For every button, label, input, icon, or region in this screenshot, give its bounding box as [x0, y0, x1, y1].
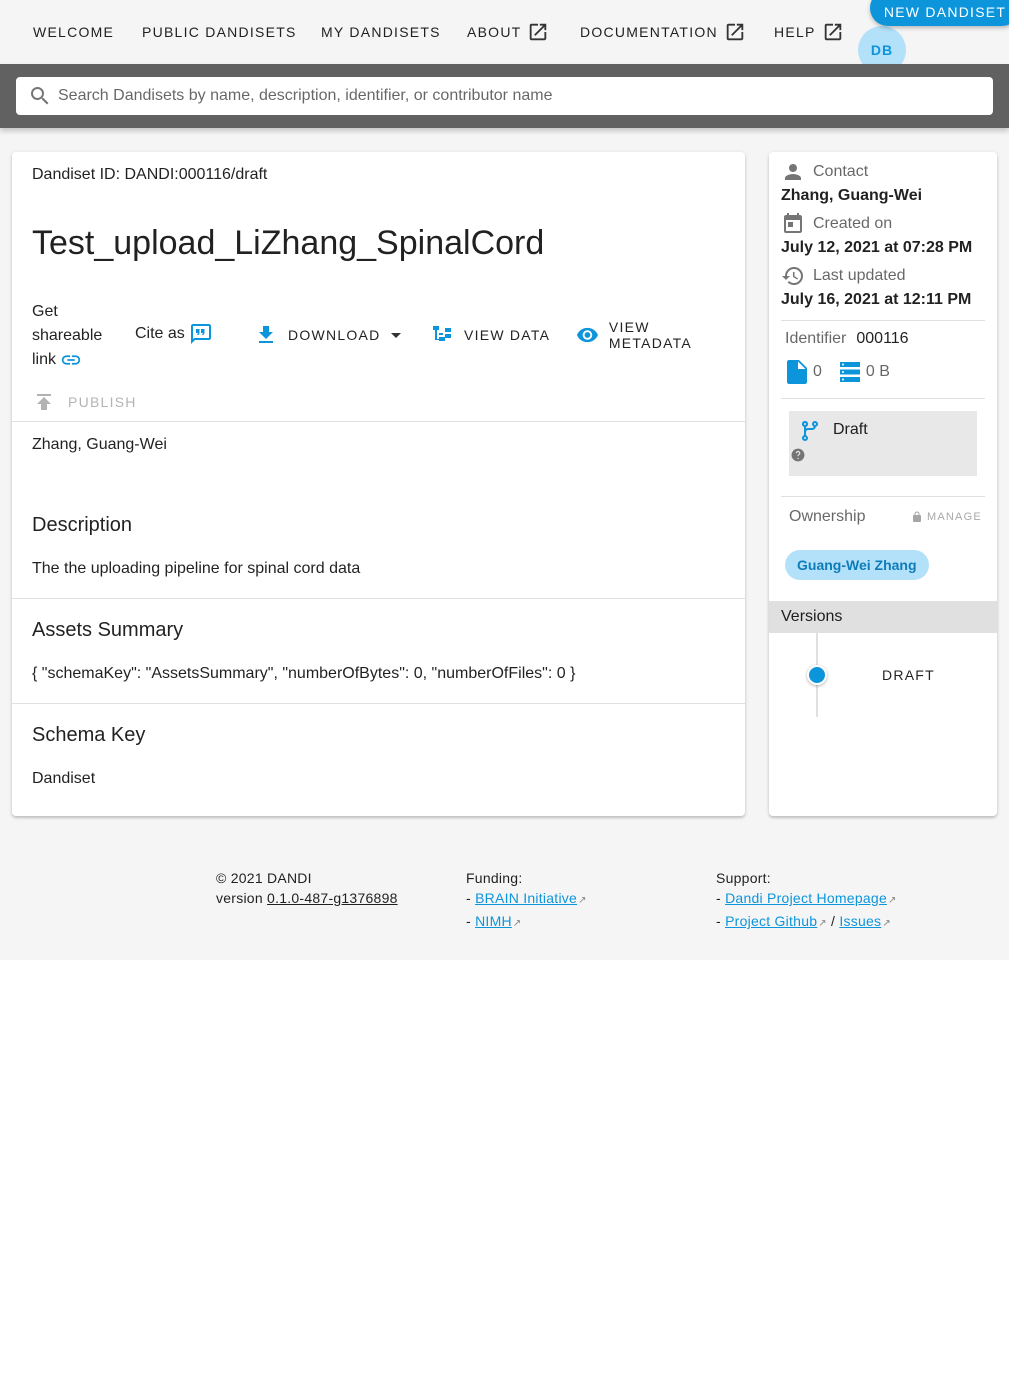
search-icon: [31, 87, 49, 105]
open-in-new-icon: [824, 23, 841, 41]
nav-help[interactable]: HELP: [774, 18, 844, 46]
footer-support-col: Support: - Dandi Project Homepage↗ - Pro…: [716, 870, 897, 929]
view-data-button[interactable]: VIEW DATA: [430, 322, 550, 348]
publish-button[interactable]: PUBLISH: [32, 390, 137, 414]
search-band: [0, 64, 1009, 128]
search-box: [16, 77, 993, 115]
history-icon: [782, 267, 803, 285]
version-status-box: Draft: [789, 411, 977, 476]
total-size: 0 B: [865, 363, 890, 380]
caret-down-icon: [391, 333, 402, 338]
version-link[interactable]: 0.1.0-487-g1376898: [267, 890, 398, 906]
section-body-schema-key: Dandiset: [32, 770, 96, 787]
ownership-label: Ownership: [789, 508, 866, 525]
download-icon: [259, 326, 273, 343]
external-link-icon: ↗: [818, 918, 827, 929]
footer: © 2021 DANDI version 0.1.0-487-g1376898 …: [0, 816, 1009, 960]
lock-icon: [913, 511, 921, 522]
external-link-icon: ↗: [887, 895, 897, 906]
cite-as-button[interactable]: Cite as: [135, 322, 213, 346]
calendar-icon: [784, 213, 802, 233]
status-label: Draft: [833, 421, 868, 438]
external-link-icon: ↗: [882, 918, 891, 929]
main-area: Dandiset ID: DANDI:000116/draft Test_upl…: [0, 128, 1009, 816]
quote-icon: [190, 324, 211, 344]
open-in-new-icon: [726, 23, 744, 41]
nav-my-dandisets[interactable]: MY DANDISETS: [321, 18, 441, 46]
storage-icon: [839, 362, 860, 382]
scrollbar[interactable]: [1009, 0, 1024, 1400]
file-count: 0: [813, 363, 822, 380]
updated-value: July 16, 2021 at 12:11 PM: [781, 291, 972, 308]
dandiset-title: Test_upload_LiZhang_SpinalCord: [32, 224, 545, 262]
nav-welcome[interactable]: WELCOME: [33, 18, 114, 46]
dandi-homepage-link[interactable]: Dandi Project Homepage: [725, 890, 887, 906]
external-link-icon: ↗: [512, 918, 522, 929]
action-bar: Get shareable link Cite as DOWNLOAD VIEW…: [32, 300, 732, 370]
section-title-description: Description: [32, 514, 133, 536]
publish-icon: [37, 394, 51, 410]
link-icon: [62, 355, 81, 365]
nimh-link[interactable]: NIMH: [475, 913, 512, 929]
top-nav: WELCOME PUBLIC DANDISETS MY DANDISETS AB…: [0, 0, 1020, 74]
copyright: © 2021 DANDI: [216, 870, 312, 886]
section-title-schema-key: Schema Key: [32, 724, 146, 746]
updated-label: Last updated: [781, 264, 906, 288]
nav-documentation[interactable]: DOCUMENTATION: [580, 18, 746, 46]
nav-public-dandisets[interactable]: PUBLIC DANDISETS: [142, 18, 297, 46]
person-icon: [785, 164, 801, 180]
divider: [12, 703, 745, 704]
open-in-new-icon: [530, 23, 547, 41]
versions-header: Versions: [769, 601, 997, 633]
identifier: Identifier 000116: [785, 330, 909, 347]
manage-owners-button[interactable]: MANAGE: [911, 511, 982, 523]
details-sidebar: Contact Zhang, Guang-Wei Created on July…: [769, 152, 997, 816]
shareable-link-button[interactable]: Get shareable link: [32, 300, 112, 372]
file-tree-icon: [433, 326, 451, 341]
owner-chip[interactable]: Guang-Wei Zhang: [785, 550, 929, 580]
created-label: Created on: [781, 212, 892, 236]
footer-version-col: © 2021 DANDI version 0.1.0-487-g1376898: [216, 870, 398, 906]
divider: [781, 398, 985, 399]
dandiset-id: Dandiset ID: DANDI:000116/draft: [32, 166, 268, 183]
version-draft-button[interactable]: DRAFT: [882, 667, 935, 683]
section-body-assets-summary: { "schemaKey": "AssetsSummary", "numberO…: [32, 665, 576, 682]
new-dandiset-button[interactable]: NEW DANDISET: [870, 0, 1020, 26]
eye-icon: [576, 327, 598, 343]
contact-label: Contact: [781, 160, 868, 184]
app-root: WELCOME PUBLIC DANDISETS MY DANDISETS AB…: [0, 0, 1020, 960]
divider: [781, 320, 985, 321]
external-link-icon: ↗: [578, 895, 587, 906]
divider: [781, 496, 985, 497]
contact-value: Zhang, Guang-Wei: [781, 187, 923, 204]
section-body-description: The the uploading pipeline for spinal co…: [32, 560, 361, 577]
asset-stats: 0 0 B: [787, 360, 890, 384]
github-link[interactable]: Project Github: [725, 913, 817, 929]
dandiset-card: Dandiset ID: DANDI:000116/draft Test_upl…: [12, 152, 745, 816]
search-input[interactable]: [56, 86, 956, 106]
view-metadata-button[interactable]: VIEW METADATA: [576, 319, 732, 351]
branch-icon: [801, 421, 818, 442]
created-value: July 12, 2021 at 07:28 PM: [781, 239, 973, 256]
section-title-assets-summary: Assets Summary: [32, 619, 184, 641]
version-dot: [807, 665, 827, 685]
nav-about[interactable]: ABOUT: [467, 18, 549, 46]
issues-link[interactable]: Issues: [839, 913, 881, 929]
brain-initiative-link[interactable]: BRAIN Initiative: [475, 890, 577, 906]
download-button[interactable]: DOWNLOAD: [254, 322, 408, 348]
footer-funding-col: Funding: - BRAIN Initiative↗ - NIMH↗: [466, 870, 587, 929]
divider: [12, 421, 745, 422]
file-icon: [787, 360, 807, 384]
help-icon[interactable]: [791, 448, 805, 462]
contributors: Zhang, Guang-Wei: [32, 436, 167, 453]
divider: [12, 598, 745, 599]
